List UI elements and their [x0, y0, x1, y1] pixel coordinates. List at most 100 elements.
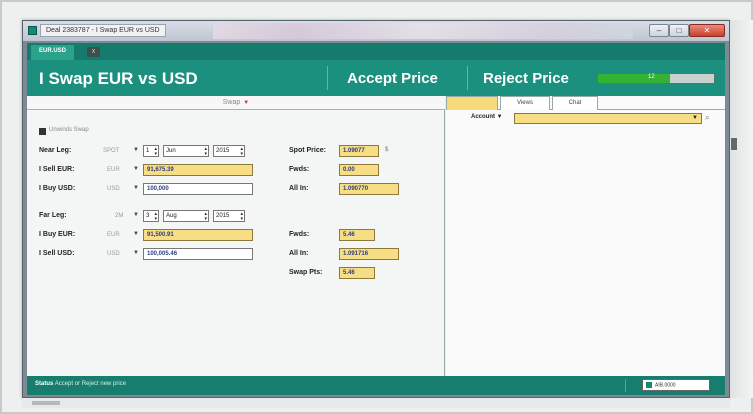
status-account-box[interactable]: AIB.0000 [642, 379, 710, 391]
spinner-arrows-icon: ▴ ▾ [240, 146, 243, 157]
near-allin-label: All In: [289, 185, 309, 192]
chevron-down-icon[interactable]: ▼ [133, 212, 139, 218]
far-buy-label: I Buy EUR: [39, 231, 76, 238]
swap-points-field: 5.46 [339, 267, 375, 279]
timer-fill [598, 74, 670, 83]
tab-close-icon[interactable]: x [87, 47, 100, 57]
spinner-arrows-icon: ▴ ▾ [154, 211, 157, 222]
right-tab-strip: Views Chat [446, 96, 725, 110]
far-allin-field: 1.091716 [339, 248, 399, 260]
account-label: Account ▼ [471, 114, 503, 120]
close-button[interactable]: ✕ [689, 24, 725, 37]
deal-header: I Swap EUR vs USD Accept Price Reject Pr… [27, 60, 725, 96]
background-blur [213, 23, 633, 39]
near-year-spinner[interactable]: 2015 ▴ ▾ [213, 145, 245, 157]
chevron-down-icon[interactable]: ▼ [133, 231, 139, 237]
near-month-spinner[interactable]: Jun ▴ ▾ [163, 145, 209, 157]
tab-eur-usd[interactable]: EUR.USD [31, 45, 75, 60]
near-sell-amount-input[interactable]: 91,675.39 [143, 164, 253, 176]
header-divider [467, 66, 468, 90]
far-sell-currency: USD [107, 251, 120, 257]
spinner-arrows-icon: ▴ ▾ [154, 146, 157, 157]
tab-details[interactable] [446, 96, 498, 110]
window-content: EUR.USD x I Swap EUR vs USD Accept Price… [27, 43, 725, 395]
tab-chat[interactable]: Chat [552, 96, 598, 110]
unwinds-swap-label: Unwinds Swap [49, 127, 89, 133]
account-select[interactable]: ▼ [514, 113, 702, 124]
swap-section-header[interactable]: Swap ▼ [27, 96, 445, 110]
window-title: Deal 2383787 - I Swap EUR vs USD [40, 24, 166, 37]
status-label: Status [35, 381, 54, 387]
deal-title: I Swap EUR vs USD [39, 69, 198, 88]
far-fwds-field: 5.46 [339, 229, 375, 241]
accept-price-button[interactable]: Accept Price [347, 70, 438, 87]
near-month-value: Jun [166, 148, 176, 154]
app-icon [28, 26, 37, 35]
near-allin-field: 1.090770 [339, 183, 399, 195]
spot-price-field: 1.09077 [339, 145, 379, 157]
near-sell-currency: EUR [107, 167, 120, 173]
chevron-down-icon[interactable]: ▼ [133, 147, 139, 153]
spinner-arrows-icon: ▴ ▾ [240, 211, 243, 222]
far-year-spinner[interactable]: 2015 ▴ ▾ [213, 210, 245, 222]
far-buy-amount-input[interactable]: 91,500.91 [143, 229, 253, 241]
swap-header-label: Swap [222, 99, 241, 106]
chevron-down-icon: ▼ [496, 114, 503, 120]
header-divider [327, 66, 328, 90]
far-leg-label: Far Leg: [39, 212, 67, 219]
near-day-spinner[interactable]: 1 ▴ ▾ [143, 145, 159, 157]
near-fwds-field: 0.00 [339, 164, 379, 176]
far-month-value: Aug [166, 213, 177, 219]
near-leg-label: Near Leg: [39, 147, 72, 154]
spinner-arrows-icon: ▴ ▾ [204, 211, 207, 222]
far-buy-currency: EUR [107, 232, 120, 238]
status-bar: Status Accept or Reject new price AIB.00… [27, 376, 725, 395]
status-box-text: AIB.0000 [655, 382, 676, 389]
chevron-down-icon: ▼ [692, 115, 698, 121]
near-year-value: 2015 [216, 148, 230, 154]
near-fwds-label: Fwds: [289, 166, 310, 173]
maximize-button[interactable]: □ [669, 24, 689, 37]
chevron-down-icon[interactable]: ▼ [133, 250, 139, 256]
far-fwds-label: Fwds: [289, 231, 310, 238]
near-leg-tenor: SPOT [103, 148, 120, 154]
side-handle[interactable] [731, 138, 737, 150]
near-buy-currency: USD [107, 186, 120, 192]
swap-panel: Swap ▼ Unwinds Swap Near Leg: SPOT ▼ 1 ▴ ▾ … [27, 96, 445, 376]
far-sell-label: I Sell USD: [39, 250, 75, 257]
dollar-icon[interactable]: $ [385, 147, 388, 153]
far-year-value: 2015 [216, 213, 230, 219]
near-buy-label: I Buy USD: [39, 185, 76, 192]
minimize-button[interactable]: – [649, 24, 669, 37]
far-sell-amount-input[interactable]: 100,005.46 [143, 248, 253, 260]
account-panel: Views Chat Account ▼ ▼ ⌕ [446, 96, 725, 376]
status-divider [625, 379, 626, 392]
far-month-spinner[interactable]: Aug ▴ ▾ [163, 210, 209, 222]
reject-price-button[interactable]: Reject Price [483, 70, 569, 87]
price-timer-bar: 12 [597, 73, 715, 84]
background-edge [730, 20, 753, 398]
search-icon[interactable]: ⌕ [705, 113, 709, 123]
spot-price-label: Spot Price: [289, 147, 326, 154]
chevron-down-icon[interactable]: ▼ [133, 166, 139, 172]
far-day-value: 3 [146, 213, 150, 219]
deal-window: Deal 2383787 - I Swap EUR vs USD – □ ✕ E… [22, 20, 730, 398]
account-label-text: Account [471, 114, 495, 120]
spinner-arrows-icon: ▴ ▾ [204, 146, 207, 157]
title-bar[interactable]: Deal 2383787 - I Swap EUR vs USD – □ ✕ [23, 21, 729, 41]
status-text: Status Accept or Reject new price [35, 381, 126, 387]
near-sell-label: I Sell EUR: [39, 166, 75, 173]
tab-views[interactable]: Views [500, 96, 550, 110]
near-day-value: 1 [146, 148, 150, 154]
timer-value: 12 [648, 74, 655, 80]
horizontal-scrollbar[interactable] [22, 398, 730, 408]
tab-strip: EUR.USD x [27, 43, 725, 60]
chevron-down-icon[interactable]: ▼ [133, 185, 139, 191]
unwinds-swap-checkbox[interactable] [39, 128, 46, 135]
account-icon [646, 382, 652, 388]
scroll-thumb[interactable] [32, 401, 60, 405]
swap-points-label: Swap Pts: [289, 269, 323, 276]
far-day-spinner[interactable]: 3 ▴ ▾ [143, 210, 159, 222]
near-buy-amount-input[interactable]: 100,000 [143, 183, 253, 195]
far-leg-tenor: 2M [115, 213, 124, 219]
